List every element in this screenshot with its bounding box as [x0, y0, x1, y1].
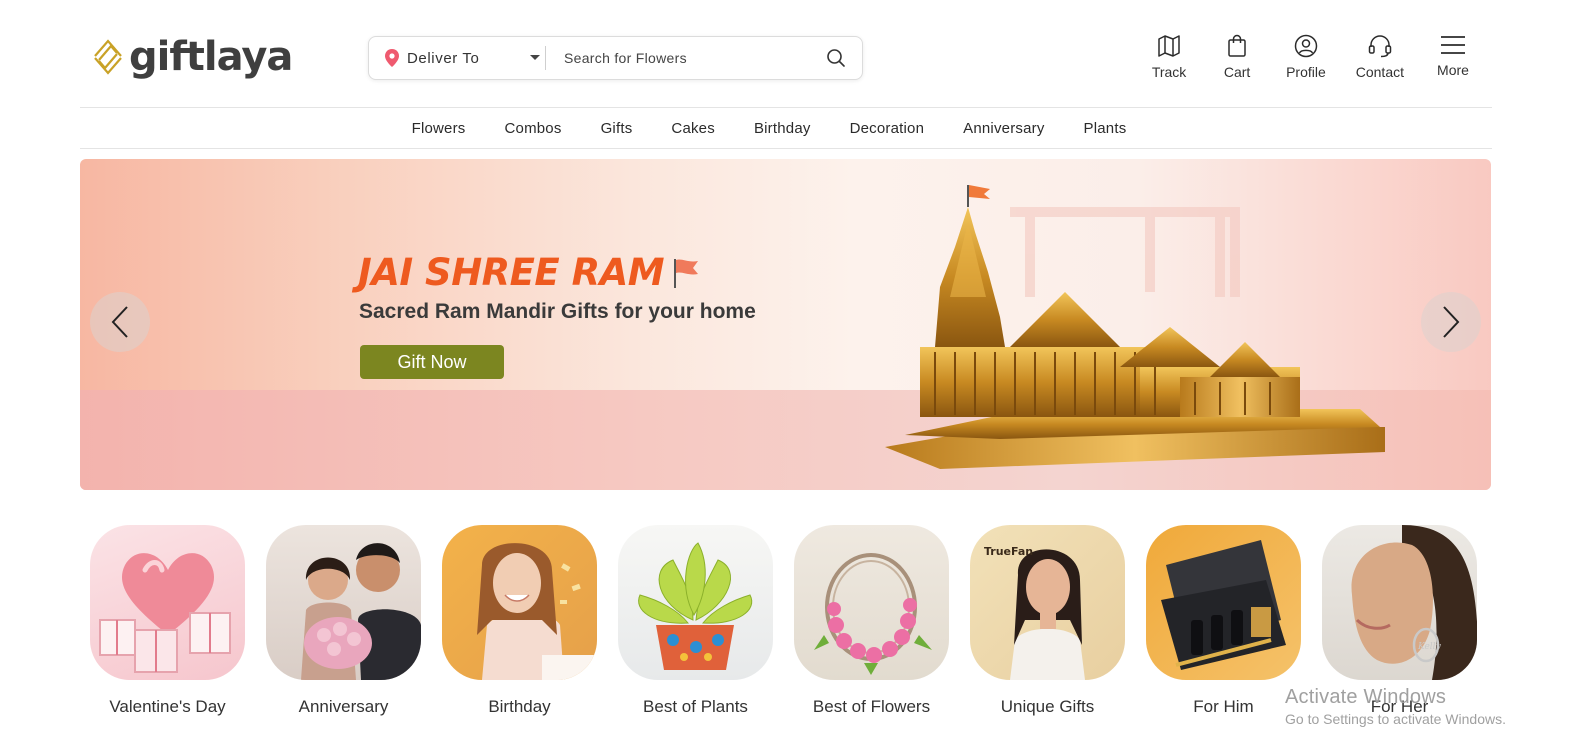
- svg-text:Kelly: Kelly: [1417, 642, 1442, 652]
- nav-item-cakes[interactable]: Cakes: [671, 120, 715, 137]
- category-tile-for-him[interactable]: For Him: [1146, 525, 1301, 717]
- nav-item-flowers[interactable]: Flowers: [412, 120, 466, 137]
- logo-mark-icon: [94, 39, 122, 75]
- nav-item-combos[interactable]: Combos: [505, 120, 562, 137]
- brand-logo[interactable]: giftlaya: [91, 34, 293, 80]
- headset-icon: [1368, 35, 1392, 58]
- hero-banner[interactable]: JAI SHREE RAM Sacred Ram Mandir Gifts fo…: [80, 159, 1491, 490]
- chevron-left-icon: [111, 306, 128, 338]
- hamburger-menu-icon: [1441, 36, 1465, 54]
- user-circle-icon: [1294, 34, 1318, 58]
- brand-name: giftlaya: [129, 34, 293, 80]
- category-nav: Flowers Combos Gifts Cakes Birthday Deco…: [80, 108, 1492, 149]
- nav-item-gifts[interactable]: Gifts: [601, 120, 633, 137]
- category-label: Unique Gifts: [1000, 697, 1095, 716]
- unique-gifts-image: TrueFan: [970, 525, 1125, 680]
- contact-button[interactable]: Contact: [1356, 34, 1404, 80]
- category-tiles: Valentine's Day Anniversary Birthday Bes…: [90, 525, 1477, 717]
- more-button[interactable]: More: [1434, 34, 1472, 80]
- category-label: Best of Flowers: [812, 697, 931, 716]
- gift-now-button[interactable]: Gift Now: [360, 345, 504, 379]
- banner-subtitle: Sacred Ram Mandir Gifts for your home: [359, 300, 756, 323]
- category-tile-anniversary[interactable]: Anniversary: [266, 525, 421, 717]
- category-label: Best of Plants: [643, 697, 748, 716]
- valentines-day-image: [90, 525, 245, 680]
- nav-item-birthday[interactable]: Birthday: [754, 120, 811, 137]
- category-label: Birthday: [488, 697, 551, 716]
- nav-item-plants[interactable]: Plants: [1084, 120, 1127, 137]
- watermark-title: Activate Windows: [1285, 686, 1447, 708]
- best-of-flowers-image: [794, 525, 949, 680]
- for-her-image: Kelly: [1322, 525, 1477, 680]
- carousel-prev-button[interactable]: [90, 292, 150, 352]
- category-label: Valentine's Day: [109, 697, 226, 716]
- category-tile-best-of-plants[interactable]: Best of Plants: [618, 525, 773, 717]
- birthday-image: [442, 525, 597, 680]
- contact-label: Contact: [1355, 64, 1404, 80]
- anniversary-image: [266, 525, 421, 680]
- category-tile-best-of-flowers[interactable]: Best of Flowers: [794, 525, 949, 717]
- nav-item-decoration[interactable]: Decoration: [850, 120, 925, 137]
- category-label: For Him: [1193, 697, 1254, 716]
- best-of-plants-image: [618, 525, 773, 680]
- ram-mandir-temple-image: [885, 185, 1385, 469]
- nav-item-anniversary[interactable]: Anniversary: [963, 120, 1044, 137]
- profile-button[interactable]: Profile: [1286, 34, 1326, 80]
- carousel-next-button[interactable]: [1421, 292, 1481, 352]
- truefan-badge: TrueFan: [984, 545, 1033, 558]
- os-activation-watermark: Activate Windows Go to Settings to activ…: [1285, 686, 1506, 727]
- site-header: giftlaya Deliver To Search for Flowers T…: [80, 0, 1492, 108]
- location-pin-icon: [385, 49, 399, 67]
- cart-button[interactable]: Cart: [1218, 34, 1256, 80]
- track-label: Track: [1151, 64, 1187, 80]
- category-tile-birthday[interactable]: Birthday: [442, 525, 597, 717]
- banner-title-text: JAI SHREE RAM: [358, 251, 665, 294]
- chevron-down-icon: [530, 55, 540, 60]
- cart-label: Cart: [1223, 64, 1251, 80]
- chevron-right-icon: [1443, 306, 1460, 338]
- shopping-bag-icon: [1228, 34, 1246, 57]
- track-button[interactable]: Track: [1150, 34, 1188, 80]
- watermark-subtitle: Go to Settings to activate Windows.: [1285, 711, 1506, 727]
- category-label: Anniversary: [298, 697, 389, 716]
- search-icon[interactable]: [826, 48, 846, 68]
- category-tile-valentines-day[interactable]: Valentine's Day: [90, 525, 245, 717]
- for-him-image: [1146, 525, 1301, 680]
- flag-icon: [674, 258, 699, 288]
- deliver-to-label: Deliver To: [407, 49, 480, 67]
- banner-title: JAI SHREE RAM: [358, 251, 700, 294]
- profile-label: Profile: [1286, 64, 1326, 80]
- header-actions: Track Cart Profile Contact More: [1150, 34, 1472, 80]
- deliver-to-selector[interactable]: Deliver To: [369, 46, 546, 70]
- search-bar: Deliver To: [368, 36, 863, 80]
- search-input[interactable]: [564, 50, 814, 66]
- category-tile-unique-gifts[interactable]: TrueFan Unique Gifts: [970, 525, 1125, 717]
- map-icon: [1158, 35, 1180, 57]
- more-label: More: [1437, 62, 1469, 78]
